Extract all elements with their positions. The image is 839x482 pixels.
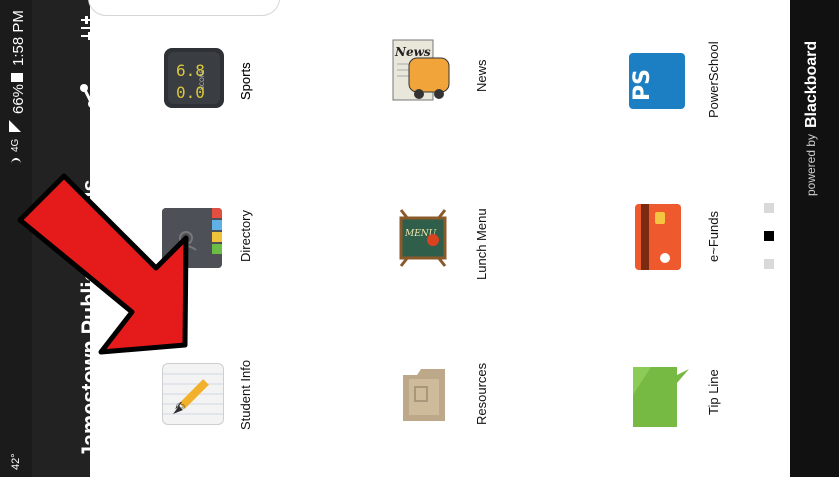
share-icon[interactable] — [79, 82, 105, 110]
svg-text:SCORE: SCORE — [199, 69, 206, 90]
status-bar: 1:58 PM 66% 4G 42° — [0, 0, 32, 477]
status-network: 4G — [10, 138, 21, 152]
svg-text:✍: ✍ — [175, 399, 185, 413]
tile-lunch-menu[interactable]: MENU — [385, 200, 485, 290]
svg-text:News: News — [394, 45, 431, 59]
page-title: Jamestown Public Schools — [77, 179, 104, 458]
folder-icon — [401, 365, 447, 423]
footer-powered-by: powered by — [804, 133, 818, 196]
app-header: Jamestown Public Schools — [32, 0, 104, 477]
footer: powered by Blackboard — [790, 0, 839, 477]
settings-sliders-icon[interactable] — [79, 14, 105, 42]
tile-label-student-info: Student Info — [238, 359, 253, 430]
battery-icon — [11, 73, 23, 82]
signal-icon — [9, 120, 21, 132]
credit-card-icon — [635, 204, 681, 270]
search-bar[interactable] — [88, 0, 280, 16]
tile-label-directory: Directory — [238, 209, 253, 262]
tile-label-sports: Sports — [238, 62, 253, 100]
tile-label-resources: Resources — [474, 362, 489, 425]
tile-news[interactable]: News — [385, 38, 485, 128]
status-temperature: 42° — [10, 453, 22, 470]
book-icon — [162, 208, 222, 268]
pencil-icon: ✍ — [162, 363, 224, 425]
tile-label-news: News — [474, 59, 489, 92]
status-battery: 66% — [10, 83, 27, 114]
svg-text:PS: PS — [630, 69, 655, 101]
tile-label-tip-line: Tip Line — [706, 369, 721, 415]
newspaper-icon: News — [385, 38, 455, 103]
tile-label-efunds: e~Funds — [706, 211, 721, 262]
wifi-icon — [11, 158, 21, 170]
page-dot[interactable] — [764, 203, 774, 213]
page-dot[interactable] — [764, 259, 774, 269]
tile-resources[interactable] — [385, 355, 485, 445]
scoreboard-icon: 6.8 0.0 SCORE — [164, 48, 224, 108]
speech-bubble-icon — [631, 365, 691, 429]
chalkboard-icon: MENU — [391, 206, 455, 270]
tile-label-lunch-menu: Lunch Menu — [474, 208, 489, 280]
blackboard-logo: Blackboard — [803, 40, 820, 128]
page-dot-active[interactable] — [764, 231, 774, 241]
powerschool-icon: PS — [629, 53, 685, 109]
tile-label-powerschool: PowerSchool — [706, 41, 721, 118]
status-time: 1:58 PM — [10, 10, 27, 66]
